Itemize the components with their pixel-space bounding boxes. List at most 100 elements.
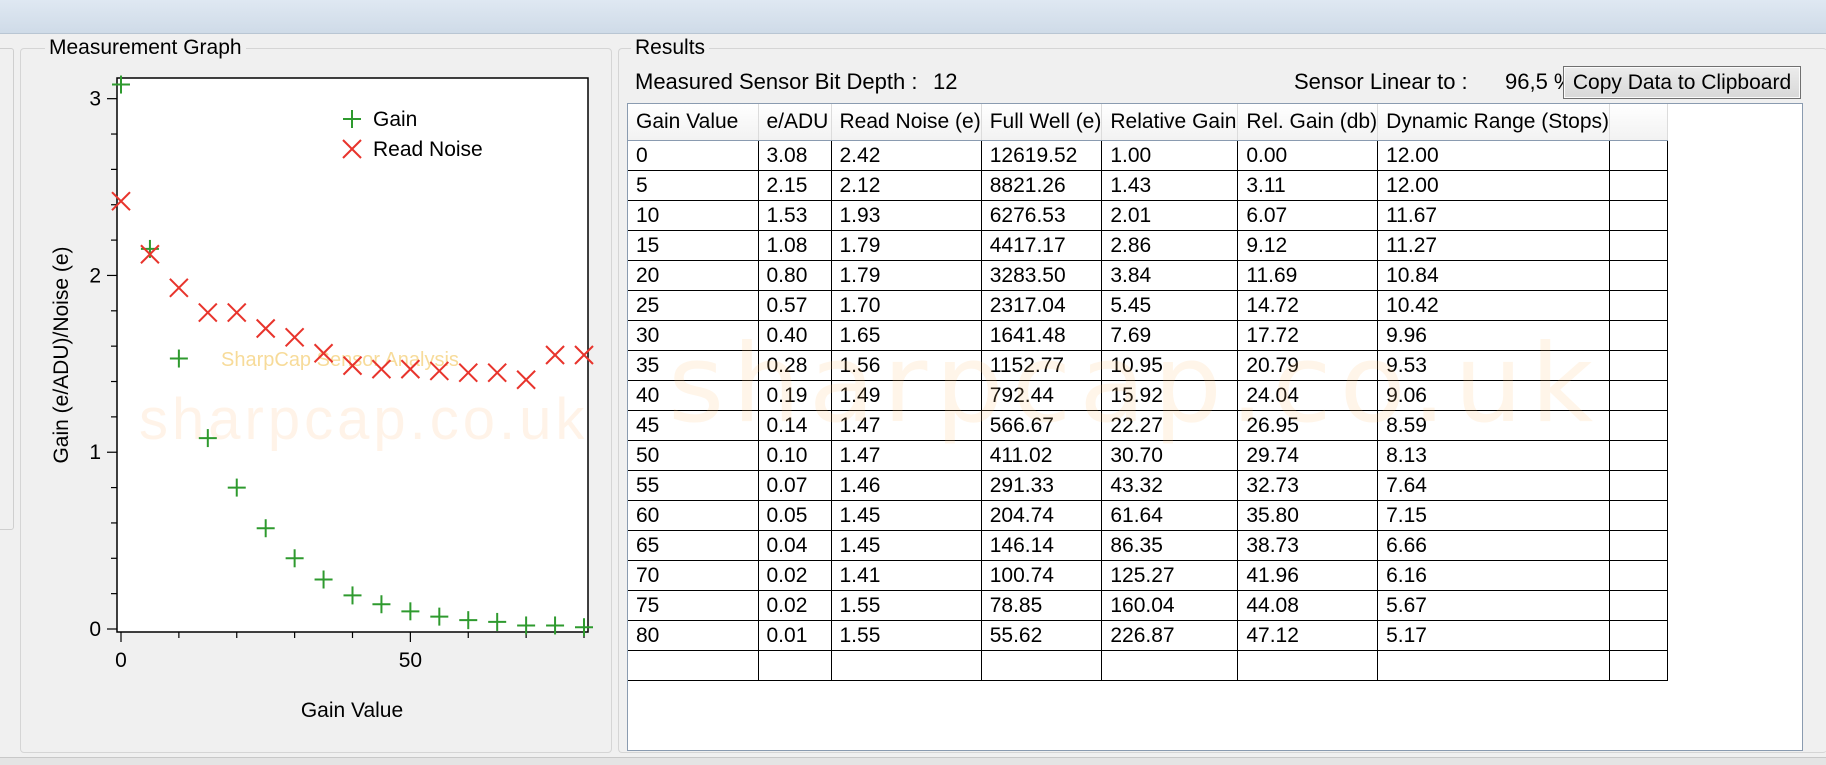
column-header[interactable]: Gain Value [628,104,759,141]
table-cell[interactable]: 55.62 [980,620,1103,651]
table-cell[interactable]: 29.74 [1237,440,1379,471]
column-header[interactable]: Full Well (e) [981,104,1103,141]
table-row[interactable]: 15 1.08 1.79 4417.17 2.86 9.12 11.27 [628,230,1668,261]
table-cell[interactable]: 25 [628,290,759,321]
table-cell[interactable]: 4417.17 [980,230,1103,261]
table-cell[interactable] [980,650,1103,681]
table-cell[interactable]: 1.43 [1101,170,1239,201]
table-cell[interactable]: 1.70 [830,290,982,321]
table-cell[interactable]: 60 [628,500,759,531]
column-header[interactable]: Relative Gain [1101,104,1239,141]
table-cell[interactable]: 15 [628,230,759,261]
table-cell[interactable]: 1.46 [830,470,982,501]
table-cell[interactable]: 1.49 [830,380,982,411]
table-cell[interactable]: 0.80 [757,260,832,291]
table-cell[interactable]: 5 [628,170,759,201]
table-cell[interactable]: 146.14 [980,530,1103,561]
table-cell[interactable]: 0 [628,140,759,171]
table-row[interactable]: 60 0.05 1.45 204.74 61.64 35.80 7.15 [628,500,1668,531]
table-cell[interactable] [1377,650,1610,681]
table-row[interactable]: 75 0.02 1.55 78.85 160.04 44.08 5.67 [628,590,1668,621]
table-cell[interactable]: 12.00 [1377,140,1610,171]
table-cell[interactable]: 0.07 [757,470,832,501]
table-cell[interactable]: 26.95 [1237,410,1379,441]
table-cell[interactable]: 1641.48 [980,320,1103,351]
table-cell[interactable]: 75 [628,590,759,621]
table-cell[interactable]: 20 [628,260,759,291]
table-cell[interactable]: 1.53 [757,200,832,231]
table-cell[interactable]: 9.96 [1377,320,1610,351]
table-cell[interactable]: 10.95 [1101,350,1239,381]
table-row[interactable]: 70 0.02 1.41 100.74 125.27 41.96 6.16 [628,560,1668,591]
table-cell[interactable]: 12619.52 [980,140,1103,171]
table-cell[interactable]: 6276.53 [980,200,1103,231]
table-cell[interactable]: 22.27 [1101,410,1239,441]
table-cell[interactable]: 1.56 [830,350,982,381]
table-cell[interactable]: 1.47 [830,410,982,441]
table-cell[interactable]: 160.04 [1101,590,1239,621]
table-row[interactable]: 10 1.53 1.93 6276.53 2.01 6.07 11.67 [628,200,1668,231]
table-cell[interactable]: 24.04 [1237,380,1379,411]
table-cell[interactable]: 1.55 [830,620,982,651]
table-cell[interactable]: 0.01 [757,620,832,651]
table-cell[interactable]: 0.00 [1237,140,1379,171]
table-cell[interactable]: 2.42 [830,140,982,171]
table-row[interactable]: 55 0.07 1.46 291.33 43.32 32.73 7.64 [628,470,1668,501]
table-cell[interactable]: 9.06 [1377,380,1610,411]
table-row[interactable]: 20 0.80 1.79 3283.50 3.84 11.69 10.84 [628,260,1668,291]
table-cell[interactable]: 45 [628,410,759,441]
table-cell[interactable]: 2.86 [1101,230,1239,261]
table-cell[interactable] [757,650,832,681]
table-cell[interactable]: 50 [628,440,759,471]
table-cell[interactable]: 43.32 [1101,470,1239,501]
table-cell[interactable]: 6.07 [1237,200,1379,231]
table-cell[interactable]: 566.67 [980,410,1103,441]
table-cell[interactable]: 1.65 [830,320,982,351]
table-cell[interactable] [628,650,759,681]
table-row[interactable]: 80 0.01 1.55 55.62 226.87 47.12 5.17 [628,620,1668,651]
table-cell[interactable]: 41.96 [1237,560,1379,591]
table-cell[interactable]: 1.45 [830,530,982,561]
copy-data-to-clipboard-button[interactable]: Copy Data to Clipboard [1563,66,1801,99]
column-header[interactable]: e/ADU [758,104,832,141]
table-row[interactable] [628,650,1668,681]
table-cell[interactable]: 30 [628,320,759,351]
table-cell[interactable]: 1.79 [830,260,982,291]
table-row[interactable]: 45 0.14 1.47 566.67 22.27 26.95 8.59 [628,410,1668,441]
table-cell[interactable]: 204.74 [980,500,1103,531]
table-cell[interactable]: 15.92 [1101,380,1239,411]
table-cell[interactable]: 10.42 [1377,290,1610,321]
table-cell[interactable]: 80 [628,620,759,651]
table-cell[interactable]: 411.02 [980,440,1103,471]
table-cell[interactable]: 35.80 [1237,500,1379,531]
table-cell[interactable]: 0.04 [757,530,832,561]
table-cell[interactable]: 12.00 [1377,170,1610,201]
table-cell[interactable]: 0.19 [757,380,832,411]
table-cell[interactable]: 1152.77 [980,350,1103,381]
table-cell[interactable]: 47.12 [1237,620,1379,651]
table-cell[interactable]: 10 [628,200,759,231]
column-header[interactable]: Rel. Gain (db) [1237,104,1379,141]
table-cell[interactable]: 100.74 [980,560,1103,591]
table-cell[interactable]: 1.93 [830,200,982,231]
table-cell[interactable]: 9.53 [1377,350,1610,381]
table-cell[interactable]: 8821.26 [980,170,1103,201]
table-cell[interactable]: 1.08 [757,230,832,261]
table-cell[interactable]: 1.55 [830,590,982,621]
table-cell[interactable]: 0.10 [757,440,832,471]
table-cell[interactable]: 1.00 [1101,140,1239,171]
table-cell[interactable]: 1.41 [830,560,982,591]
table-cell[interactable]: 32.73 [1237,470,1379,501]
table-cell[interactable]: 9.12 [1237,230,1379,261]
table-cell[interactable] [830,650,982,681]
table-cell[interactable]: 2.01 [1101,200,1239,231]
table-cell[interactable]: 6.66 [1377,530,1610,561]
table-cell[interactable]: 0.28 [757,350,832,381]
table-cell[interactable]: 5.17 [1377,620,1610,651]
column-header[interactable]: Read Noise (e) [831,104,982,141]
table-cell[interactable]: 7.15 [1377,500,1610,531]
table-cell[interactable]: 291.33 [980,470,1103,501]
table-cell[interactable]: 8.13 [1377,440,1610,471]
table-row[interactable]: 65 0.04 1.45 146.14 86.35 38.73 6.66 [628,530,1668,561]
table-cell[interactable] [1101,650,1239,681]
